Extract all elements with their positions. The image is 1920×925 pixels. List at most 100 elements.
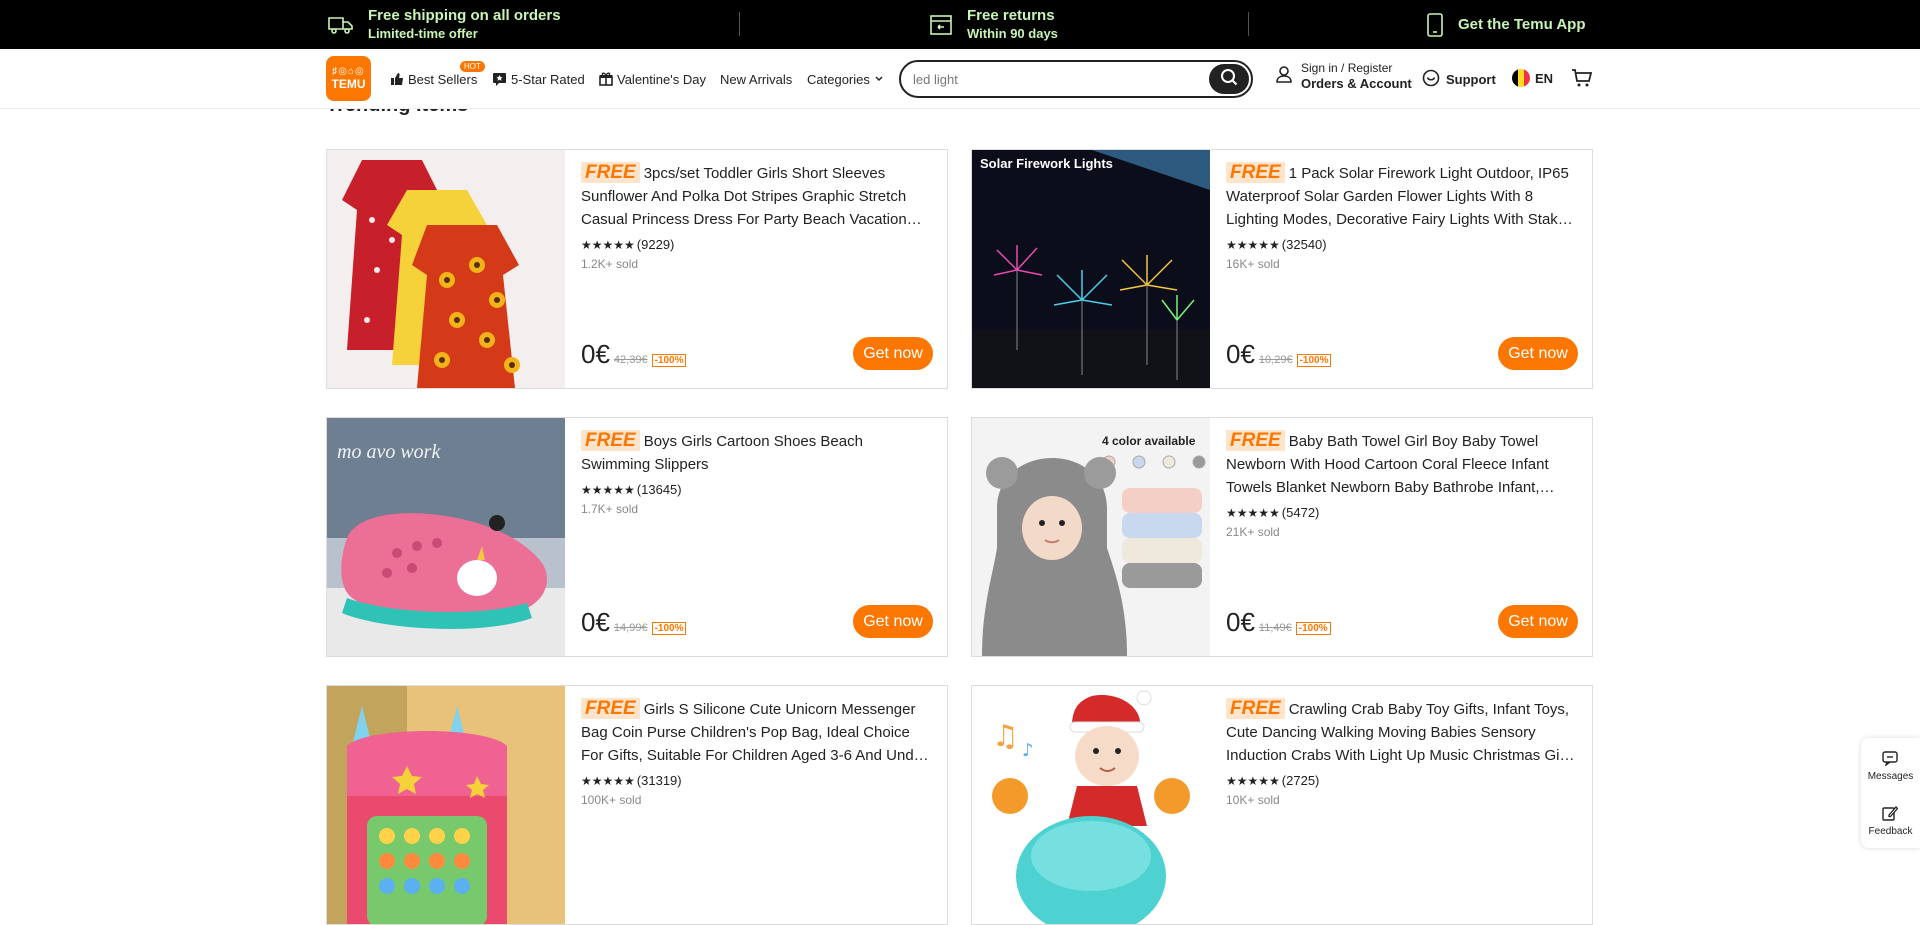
product-image[interactable] bbox=[327, 686, 565, 924]
free-tag: FREE bbox=[581, 430, 640, 451]
sold-count: 1.2K+ sold bbox=[581, 257, 639, 271]
product-card[interactable]: ♫ ♪ FREE Crawling Crab Baby Toy Gifts, In… bbox=[971, 685, 1593, 925]
side-widget: Messages Feedback bbox=[1861, 738, 1920, 848]
promo-divider bbox=[739, 12, 740, 36]
free-tag: FREE bbox=[581, 698, 640, 719]
five-star-label: 5-Star Rated bbox=[511, 71, 585, 87]
get-now-button[interactable]: Get now bbox=[1498, 337, 1578, 370]
price-row: 0€ 11,49€ -100% bbox=[1226, 607, 1331, 638]
product-rating: ★★★★★ (2725) bbox=[1226, 773, 1576, 788]
get-now-button[interactable]: Get now bbox=[1498, 605, 1578, 638]
search-input[interactable] bbox=[913, 71, 1203, 87]
free-returns-promo[interactable]: Free returns Within 90 days bbox=[929, 0, 1058, 49]
product-rating: ★★★★★ (9229) bbox=[581, 237, 931, 252]
user-icon bbox=[1275, 65, 1293, 88]
free-tag: FREE bbox=[581, 162, 640, 183]
search-button[interactable] bbox=[1209, 64, 1249, 94]
star-icons: ★★★★★ bbox=[581, 773, 635, 788]
product-card[interactable]: 4 color available FREE Baby Bath Towel Gi… bbox=[971, 417, 1593, 657]
product-image[interactable]: Solar Firework Lights bbox=[972, 150, 1210, 388]
price-row: 0€ 10,29€ -100% bbox=[1226, 339, 1332, 370]
messages-button[interactable]: Messages bbox=[1867, 750, 1914, 782]
messages-label: Messages bbox=[1867, 770, 1914, 782]
review-count: (32540) bbox=[1281, 237, 1327, 252]
sale-price: 0€ bbox=[581, 339, 610, 369]
product-title[interactable]: FREE 3pcs/set Toddler Girls Short Sleeves… bbox=[581, 162, 931, 231]
promo-divider bbox=[1248, 12, 1249, 36]
nav-categories[interactable]: Categories bbox=[807, 49, 884, 109]
gift-icon bbox=[599, 72, 613, 86]
product-card[interactable]: mo avo work FREE Boys Girls Cartoon Shoes… bbox=[326, 417, 948, 657]
svg-text:♫: ♫ bbox=[992, 719, 1019, 754]
best-sellers-label: Best Sellers bbox=[408, 71, 478, 87]
cart-button[interactable] bbox=[1571, 68, 1593, 93]
categories-label: Categories bbox=[807, 71, 870, 87]
belgium-flag-icon bbox=[1512, 69, 1530, 87]
return-box-icon bbox=[929, 14, 953, 36]
discount-badge: -100% bbox=[1295, 622, 1331, 635]
thumbs-up-icon bbox=[390, 72, 404, 86]
hot-badge: HOT bbox=[460, 61, 485, 72]
nav-best-sellers[interactable]: Best Sellers bbox=[390, 49, 477, 109]
product-image[interactable]: ♫ ♪ bbox=[972, 686, 1210, 924]
feedback-label: Feedback bbox=[1868, 825, 1913, 837]
star-icons: ★★★★★ bbox=[1226, 505, 1280, 520]
review-count: (31319) bbox=[636, 773, 682, 788]
get-now-button[interactable]: Get now bbox=[853, 605, 933, 638]
review-count: (2725) bbox=[1281, 773, 1320, 788]
truck-icon bbox=[328, 15, 354, 35]
product-image[interactable]: mo avo work bbox=[327, 418, 565, 656]
returns-title: Free returns bbox=[967, 6, 1055, 24]
original-price: 42,39€ bbox=[613, 354, 648, 366]
discount-badge: -100% bbox=[1296, 354, 1332, 367]
product-title[interactable]: FREE Girls S Silicone Cute Unicorn Messen… bbox=[581, 698, 931, 767]
star-icons: ★★★★★ bbox=[1226, 773, 1280, 788]
discount-badge: -100% bbox=[651, 622, 687, 635]
star-icons: ★★★★★ bbox=[581, 482, 635, 497]
product-title[interactable]: FREE Crawling Crab Baby Toy Gifts, Infant… bbox=[1226, 698, 1576, 767]
support-link[interactable]: Support bbox=[1422, 69, 1496, 90]
sold-count: 10K+ sold bbox=[1226, 793, 1280, 807]
get-now-button[interactable]: Get now bbox=[853, 337, 933, 370]
product-card[interactable]: FREE 3pcs/set Toddler Girls Short Sleeves… bbox=[326, 149, 948, 389]
product-image[interactable] bbox=[327, 150, 565, 388]
sold-count: 1.7K+ sold bbox=[581, 502, 639, 516]
feedback-button[interactable]: Feedback bbox=[1868, 805, 1913, 837]
price-row: 0€ 42,39€ -100% bbox=[581, 339, 687, 370]
search-icon bbox=[1220, 68, 1238, 91]
product-card[interactable]: Solar Firework Lights FREE 1 Pack Solar F… bbox=[971, 149, 1593, 389]
product-title[interactable]: FREE Baby Bath Towel Girl Boy Baby Towel … bbox=[1226, 430, 1576, 499]
support-label: Support bbox=[1446, 72, 1496, 87]
product-card[interactable]: FREE Girls S Silicone Cute Unicorn Messen… bbox=[326, 685, 948, 925]
temu-logo[interactable]: ♯◎⌂◎ TEMU bbox=[326, 56, 371, 101]
nav-new-arrivals[interactable]: New Arrivals bbox=[720, 49, 792, 109]
shipping-subtitle: Limited-time offer bbox=[368, 25, 478, 41]
free-shipping-promo[interactable]: Free shipping on all orders Limited-time… bbox=[328, 0, 561, 49]
valentines-label: Valentine's Day bbox=[617, 71, 706, 87]
free-tag: FREE bbox=[1226, 698, 1285, 719]
review-count: (9229) bbox=[636, 237, 675, 252]
logo-text: TEMU bbox=[331, 77, 366, 91]
sign-in-label: Sign in / Register bbox=[1301, 61, 1393, 75]
chevron-down-icon bbox=[874, 75, 884, 83]
language-selector[interactable]: EN bbox=[1512, 69, 1553, 87]
product-title[interactable]: FREE Boys Girls Cartoon Shoes Beach Swimm… bbox=[581, 430, 931, 476]
logo-symbols: ♯◎⌂◎ bbox=[332, 66, 365, 77]
nav-valentines-day[interactable]: Valentine's Day bbox=[599, 49, 706, 109]
star-icons: ★★★★★ bbox=[1226, 237, 1280, 252]
free-tag: FREE bbox=[1226, 162, 1285, 183]
original-price: 11,49€ bbox=[1258, 622, 1292, 634]
price-row: 0€ 14,99€ -100% bbox=[581, 607, 687, 638]
free-tag: FREE bbox=[1226, 430, 1285, 451]
site-header: ♯◎⌂◎ TEMU Best Sellers HOT 5-Star Rated … bbox=[0, 49, 1920, 109]
sold-count: 16K+ sold bbox=[1226, 257, 1280, 271]
product-image[interactable]: 4 color available bbox=[972, 418, 1210, 656]
product-title[interactable]: FREE 1 Pack Solar Firework Light Outdoor,… bbox=[1226, 162, 1576, 231]
account-menu[interactable]: Sign in / Register Orders & Account bbox=[1275, 61, 1412, 91]
image-caption: Solar Firework Lights bbox=[980, 156, 1113, 171]
nav-five-star-rated[interactable]: 5-Star Rated bbox=[492, 49, 585, 109]
search-box bbox=[899, 60, 1253, 98]
sale-price: 0€ bbox=[581, 607, 610, 637]
star-rating-icon bbox=[492, 72, 507, 86]
get-app-promo[interactable]: Get the Temu App bbox=[1426, 0, 1586, 49]
